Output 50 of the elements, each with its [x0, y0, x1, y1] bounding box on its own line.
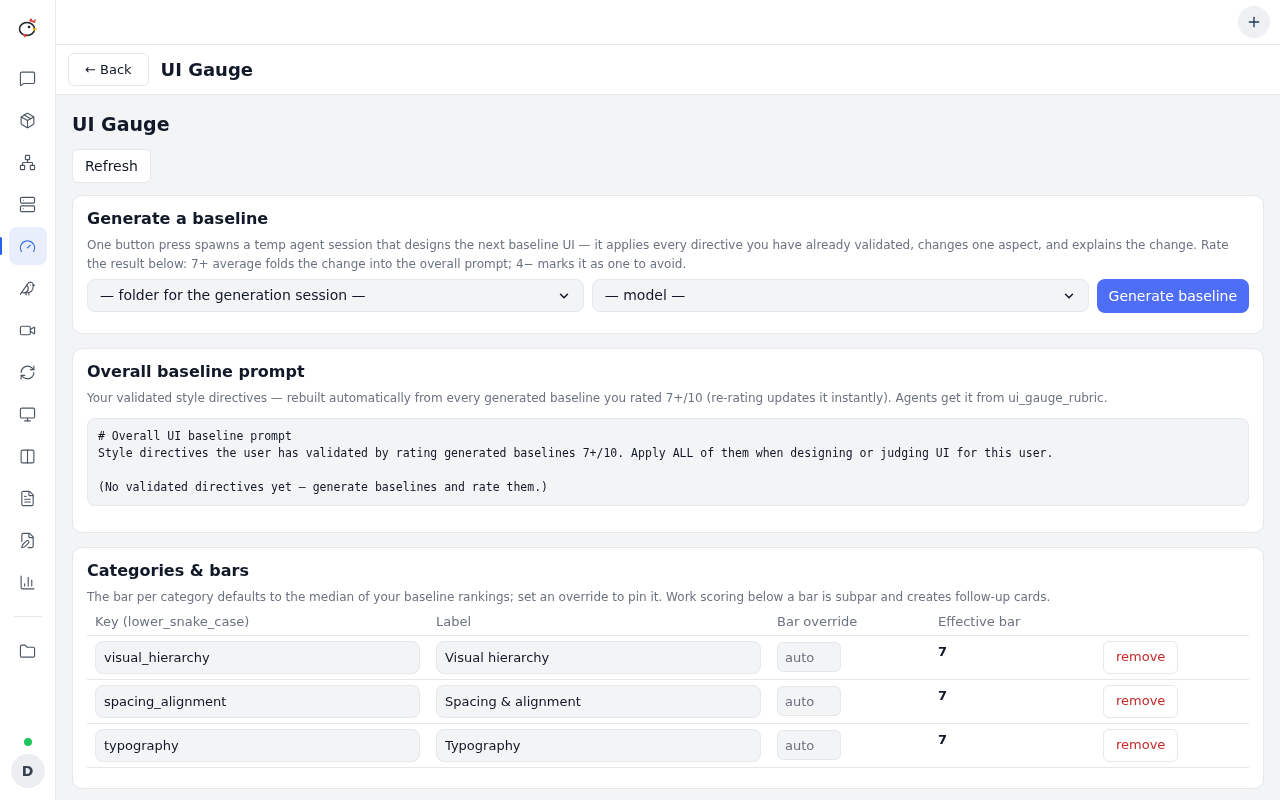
- remove-button[interactable]: remove: [1103, 684, 1179, 718]
- section-description: One button press spawns a temp agent session that designs the next baseline UI — it applies every directive you have already validated, changes one aspect, and explains the change. Rate the result below: 7+ average folds the change into the overall prompt; 4− marks it as one to avoid.: [87, 237, 1230, 273]
- plus-icon: [1246, 14, 1262, 30]
- page-title: UI Gauge: [72, 112, 171, 137]
- document-icon: [19, 489, 36, 507]
- remove-button[interactable]: remove: [1103, 640, 1179, 674]
- chat-icon: [19, 69, 36, 87]
- label-field[interactable]: Typography: [436, 728, 761, 762]
- section-description: Your validated style directives — rebuilt automatically from every generated baseline you rated 7+/10 (re-rating updates it instantly). Agents get it from ui_gauge_rubric.: [87, 390, 1109, 407]
- label-field[interactable]: Spacing & alignment: [436, 684, 761, 718]
- section-title: Generate a baseline: [87, 208, 270, 230]
- label-field[interactable]: Visual hierarchy: [436, 640, 761, 674]
- back-button[interactable]: ← Back: [68, 53, 149, 86]
- bar-override-field[interactable]: auto: [777, 642, 841, 672]
- column-header: Label: [436, 614, 472, 629]
- section-title: Overall baseline prompt: [87, 361, 306, 383]
- effective-bar-value: 7: [938, 687, 948, 703]
- columns-icon: [19, 447, 36, 465]
- remove-button[interactable]: remove: [1103, 728, 1179, 762]
- column-header: Bar override: [777, 614, 858, 629]
- monitor-icon: [19, 405, 36, 423]
- server-icon: [19, 195, 36, 213]
- key-field[interactable]: spacing_alignment: [95, 684, 420, 718]
- section-title: Categories & bars: [87, 560, 250, 582]
- hierarchy-icon: [19, 153, 36, 171]
- folder-icon: [19, 642, 36, 660]
- gauge-icon: [19, 237, 36, 255]
- box-icon: [19, 111, 36, 129]
- bird-icon: [19, 279, 36, 297]
- column-header: Key (lower_snake_case): [95, 614, 250, 629]
- generate-button[interactable]: Generate baseline: [1096, 279, 1249, 313]
- prompt-code-block: # Overall UI baseline prompt Style directives the user has validated by rating generated baselines 7+/10. Apply ALL of them when designing or judging UI for this user. (No validated directives yet — generate baselines and rate them.): [87, 418, 1249, 506]
- column-header: Effective bar: [938, 614, 1021, 629]
- refresh-button[interactable]: Refresh: [72, 149, 151, 183]
- document-edit-icon: [19, 531, 36, 549]
- user-avatar[interactable]: D: [10, 754, 45, 788]
- logo-icon: [16, 17, 39, 39]
- bar-chart-icon: [19, 573, 36, 591]
- section-description: The bar per category defaults to the median of your baseline rankings; set an override to pin it. Work scoring below a bar is subpar and creates follow-up cards.: [87, 589, 1052, 606]
- add-button[interactable]: [1238, 6, 1270, 38]
- key-field[interactable]: typography: [95, 728, 420, 762]
- bar-override-field[interactable]: auto: [777, 686, 841, 716]
- sync-icon: [19, 363, 36, 381]
- header-title: UI Gauge: [160, 58, 253, 82]
- folder-select[interactable]: — folder for the generation session —: [87, 279, 584, 312]
- effective-bar-value: 7: [938, 731, 948, 747]
- model-select[interactable]: — model —: [591, 279, 1089, 312]
- key-field[interactable]: visual_hierarchy: [95, 640, 420, 674]
- bar-override-field[interactable]: auto: [777, 730, 841, 760]
- effective-bar-value: 7: [938, 643, 948, 659]
